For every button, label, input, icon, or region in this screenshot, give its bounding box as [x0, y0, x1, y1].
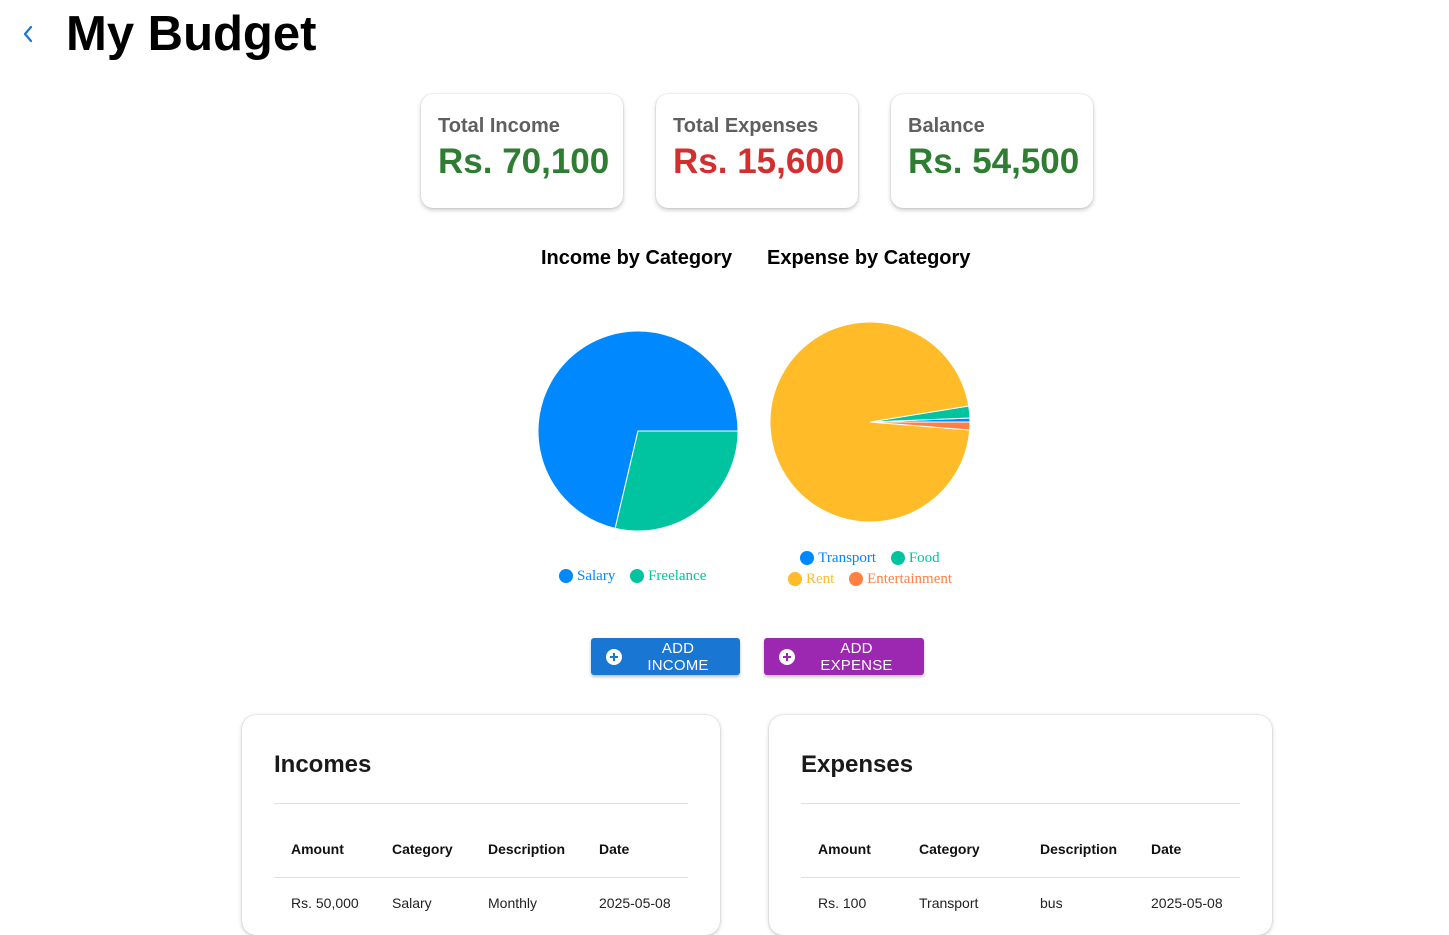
col-header-description: Description: [488, 841, 566, 857]
balance-card: Balance Rs. 54,500: [891, 94, 1093, 208]
legend-item-rent: Rent: [787, 570, 835, 588]
divider: [801, 877, 1240, 878]
balance-label: Balance: [908, 115, 985, 137]
incomes-title: Incomes: [274, 751, 372, 778]
col-header-date: Date: [599, 841, 630, 857]
add-circle-icon: [605, 648, 623, 666]
legend-item-transport: Transport: [800, 549, 876, 567]
expense-chart-title: Expense by Category: [767, 247, 971, 269]
income-pie-chart: [537, 330, 739, 532]
expense-cell-date: 2025-05-08: [1151, 895, 1223, 911]
balance-value: Rs. 54,500: [908, 142, 1080, 181]
income-cell-date: 2025-05-08: [599, 895, 671, 911]
transport-dot-icon: [800, 551, 815, 565]
col-header-amount: Amount: [818, 841, 871, 857]
expense-legend: Transport Food Rent Entertainment: [780, 549, 960, 591]
legend-label-salary: Salary: [577, 568, 616, 584]
expense-cell-description: bus: [1040, 895, 1063, 911]
add-expense-label: ADD EXPENSE: [820, 639, 893, 674]
incomes-card: Incomes Amount Category Description Date…: [242, 715, 720, 935]
chevron-left-icon: [23, 25, 33, 43]
expense-cell-amount: Rs. 100: [818, 895, 867, 911]
col-header-category: Category: [392, 841, 453, 857]
back-button[interactable]: [14, 20, 42, 48]
legend-label-transport: Transport: [818, 550, 877, 566]
add-income-button[interactable]: ADD INCOME: [591, 638, 740, 675]
col-header-category: Category: [919, 841, 980, 857]
rent-dot-icon: [787, 572, 802, 586]
expense-cell-category: Transport: [919, 895, 979, 911]
income-cell-description: Monthly: [488, 895, 538, 911]
col-header-description: Description: [1040, 841, 1118, 857]
freelance-dot-icon: [630, 569, 645, 583]
add-circle-icon: [778, 648, 796, 666]
page-title: My Budget: [66, 7, 317, 61]
entertainment-dot-icon: [849, 572, 864, 586]
expenses-title: Expenses: [801, 751, 914, 778]
legend-item-salary: Salary: [559, 567, 615, 585]
income-chart-title: Income by Category: [541, 247, 733, 269]
income-cell-category: Salary: [392, 895, 432, 911]
add-income-label: ADD INCOME: [647, 639, 709, 674]
divider: [274, 803, 688, 804]
col-header-date: Date: [1151, 841, 1182, 857]
divider: [274, 877, 688, 878]
total-income-card: Total Income Rs. 70,100: [421, 94, 623, 208]
legend-item-entertainment: Entertainment: [849, 570, 952, 588]
legend-label-entertainment: Entertainment: [867, 571, 953, 587]
legend-label-freelance: Freelance: [648, 568, 707, 584]
income-legend: Salary Freelance: [556, 567, 709, 588]
total-expenses-label: Total Expenses: [673, 115, 819, 137]
total-income-value: Rs. 70,100: [438, 142, 610, 181]
add-expense-button[interactable]: ADD EXPENSE: [764, 638, 924, 675]
income-cell-amount: Rs. 50,000: [291, 895, 359, 911]
legend-item-food: Food: [890, 549, 940, 567]
total-expenses-value: Rs. 15,600: [673, 142, 845, 181]
legend-label-food: Food: [908, 550, 940, 566]
col-header-amount: Amount: [291, 841, 344, 857]
total-income-label: Total Income: [438, 115, 560, 137]
expenses-card: Expenses Amount Category Description Dat…: [769, 715, 1272, 935]
legend-item-freelance: Freelance: [630, 567, 706, 585]
salary-dot-icon: [559, 569, 573, 583]
divider: [801, 803, 1240, 804]
legend-label-rent: Rent: [805, 571, 835, 587]
food-dot-icon: [890, 551, 905, 565]
expense-pie-chart: [769, 321, 971, 523]
total-expenses-card: Total Expenses Rs. 15,600: [656, 94, 858, 208]
